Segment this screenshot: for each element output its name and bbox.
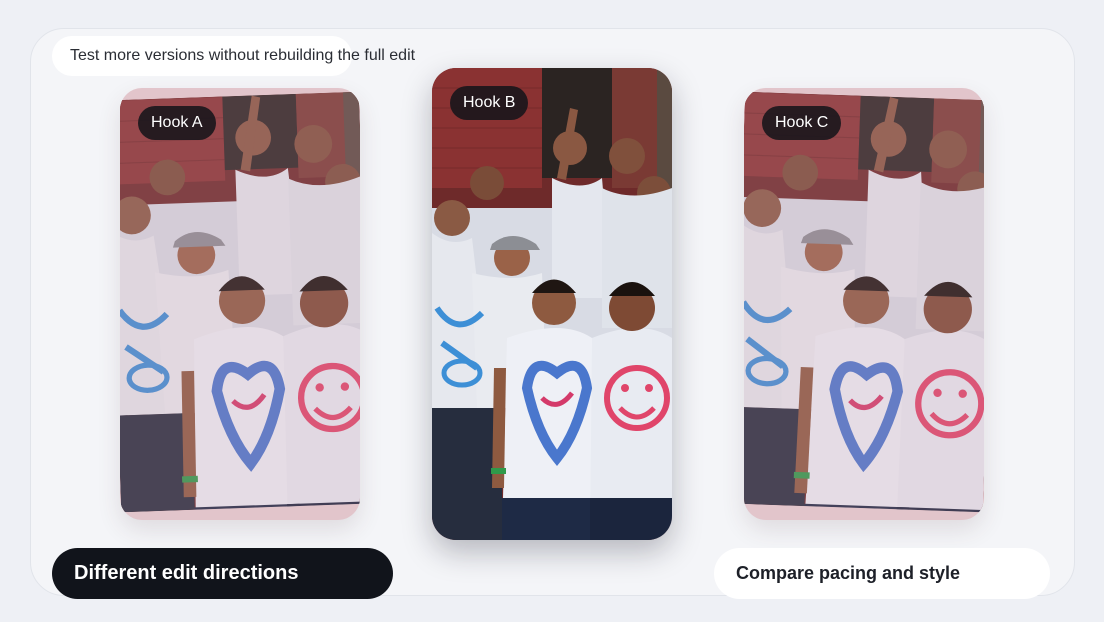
edit-directions-badge: Different edit directions [52, 548, 393, 599]
variant-label-tag: Hook C [762, 106, 842, 140]
variant-photo [744, 91, 984, 513]
caption-text: Test more versions without rebuilding th… [70, 47, 416, 64]
variant-card-hook-a[interactable]: Hook A [120, 88, 360, 520]
color-grade-overlay [744, 91, 984, 513]
caption-pill: Test more versions without rebuilding th… [52, 36, 415, 76]
compare-pacing-text: Compare pacing and style [736, 563, 961, 583]
edit-directions-text: Different edit directions [74, 562, 299, 584]
variant-photo [432, 68, 672, 540]
variant-card-hook-b[interactable]: Hook B [432, 68, 672, 540]
compare-pacing-badge: Compare pacing and style [714, 548, 1050, 599]
variant-label-tag: Hook B [450, 86, 529, 120]
group-photo-image [432, 68, 672, 540]
color-grade-overlay [120, 91, 360, 513]
variant-label-tag: Hook A [138, 106, 216, 140]
variant-photo [120, 91, 360, 513]
variant-card-hook-c[interactable]: Hook C [744, 88, 984, 520]
